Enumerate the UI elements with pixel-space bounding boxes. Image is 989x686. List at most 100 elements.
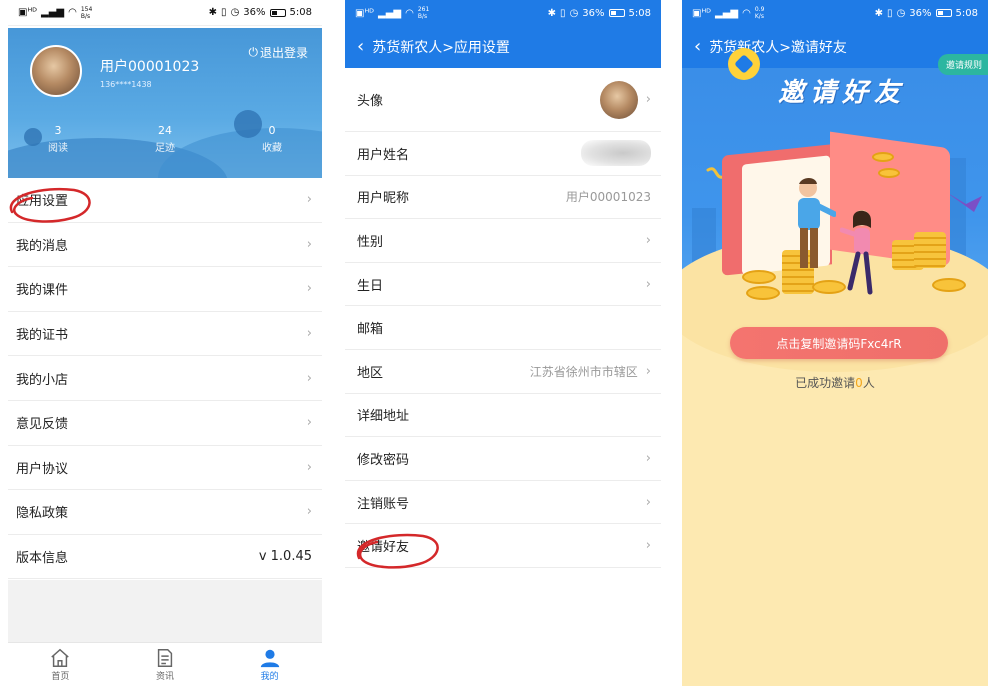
signal-icon: ▂▄▆ [715,7,739,19]
stat-footprint[interactable]: 24 足迹 [135,124,195,154]
sim-icon: ▣ᴴᴰ [355,7,375,19]
status-bar: ▣ᴴᴰ ▂▄▆ ◠ 154 B/s ✱ ▯ ◷ 36% 5:08 [8,0,322,26]
version-value: v 1.0.45 [258,549,312,565]
annotation-circle [356,533,439,569]
net-speed: 154 B/s [80,5,93,20]
coin [878,168,900,178]
settings-list: 头像 › 用户姓名 用户昵称 用户00001023 性别 › 生日 › 邮箱 地… [345,68,661,568]
coin [932,278,966,292]
power-icon: ⏻ [248,45,258,59]
chevron-right-icon: › [306,370,312,386]
nickname-value: 用户00001023 [565,190,651,205]
chevron-right-icon: › [645,92,651,107]
vibrate-icon: ▯ [887,7,893,19]
menu-item-certificates[interactable]: 我的证书 › [8,312,322,357]
avatar[interactable] [30,45,82,97]
invite-count: 已成功邀请0人 [795,376,875,390]
document-icon [157,649,173,667]
sim-icon: ▣ᴴᴰ [18,7,38,18]
home-icon [51,648,70,667]
nav-bar: ‹ 苏货新农人>应用设置 [345,26,661,68]
bluetooth-icon: ✱ [547,7,557,19]
battery-percent: 36% [243,7,266,18]
clock: 5:08 [289,7,312,18]
coin-stack [914,232,946,268]
woman-illustration [840,210,873,295]
username: 用户00001023 [100,59,200,75]
invite-title: 邀请好友 [778,78,907,108]
chevron-right-icon: › [645,450,651,466]
user-icon [260,649,279,668]
profile-header: 用户00001023 136****1438 ⏻ 退出登录 3 阅读 24 足迹… [8,28,322,178]
bluetooth-icon: ✱ [208,7,218,18]
copy-invite-code-button[interactable]: 点击复制邀请码Fxc4rR [730,327,948,359]
invite-rules-button[interactable]: 邀请规则 [937,54,988,75]
tab-news[interactable]: 资讯 [135,647,195,682]
tab-home[interactable]: 首页 [30,647,90,682]
chevron-right-icon: › [645,276,651,292]
vibrate-icon: ▯ [221,7,227,18]
chevron-right-icon: › [306,459,312,475]
menu-item-user-agreement[interactable]: 用户协议 › [8,446,322,491]
blurred-name [581,140,651,167]
chevron-right-icon: › [306,504,312,520]
bluetooth-icon: ✱ [874,7,884,19]
alarm-icon: ◷ [230,7,240,18]
chevron-right-icon: › [645,538,651,554]
coin [746,286,780,300]
battery-icon [269,8,286,17]
wifi-icon: ◠ [405,7,414,19]
setting-nickname[interactable]: 用户昵称 用户00001023 [345,176,661,220]
chevron-right-icon: › [306,415,312,431]
setting-avatar[interactable]: 头像 › [345,68,661,132]
page-title: 苏货新农人>应用设置 [372,40,510,56]
chevron-right-icon: › [645,494,651,510]
alarm-icon: ◷ [896,7,906,19]
invite-count-value: 0 [855,376,863,390]
region-value: 江苏省徐州市市辖区 [529,364,638,379]
setting-real-name[interactable]: 用户姓名 [345,132,661,176]
setting-region[interactable]: 地区 江苏省徐州市市辖区 › [345,350,661,394]
signal-icon: ▂▄▆ [378,7,402,19]
setting-change-password[interactable]: 修改密码 › [345,437,661,481]
sim-icon: ▣ᴴᴰ [692,7,712,19]
bottom-tab-bar: 首页 资讯 我的 [8,642,322,686]
phone-number: 136****1438 [100,80,152,89]
wifi-icon: ◠ [742,7,751,19]
avatar [599,80,638,119]
clock: 5:08 [628,7,651,19]
chevron-right-icon: › [306,192,312,208]
back-arrow-icon[interactable]: ‹ [694,38,701,56]
coin [742,270,776,284]
phone-invite-friends: ▣ᴴᴰ ▂▄▆ ◠ 0.9 K/s ✱ ▯ ◷ 36% 5:08 ‹ 苏货新农人… [682,0,988,686]
net-speed: 0.9 K/s [754,6,765,20]
battery-percent: 36% [909,7,932,19]
setting-address[interactable]: 详细地址 [345,394,661,438]
menu-item-privacy[interactable]: 隐私政策 › [8,490,322,535]
menu-item-courseware[interactable]: 我的课件 › [8,267,322,312]
net-speed: 261 B/s [417,6,430,20]
battery-icon [935,9,952,17]
signal-icon: ▂▄▆ [41,7,65,18]
tab-mine[interactable]: 我的 [240,647,300,682]
phone-app-settings: ▣ᴴᴰ ▂▄▆ ◠ 261 B/s ✱ ▯ ◷ 36% 5:08 ‹ 苏货新农人… [345,0,661,686]
chevron-right-icon: › [306,326,312,342]
coin [872,152,894,162]
menu-item-my-shop[interactable]: 我的小店 › [8,356,322,401]
setting-delete-account[interactable]: 注销账号 › [345,481,661,525]
back-arrow-icon[interactable]: ‹ [357,38,364,56]
setting-email[interactable]: 邮箱 [345,306,661,350]
stat-favorites[interactable]: 0 收藏 [242,124,302,154]
battery-percent: 36% [582,7,605,19]
chevron-right-icon: › [645,363,651,379]
phone-my-page: ▣ᴴᴰ ▂▄▆ ◠ 154 B/s ✱ ▯ ◷ 36% 5:08 用户00001… [8,0,322,686]
setting-birthday[interactable]: 生日 › [345,263,661,307]
stat-read[interactable]: 3 阅读 [28,124,88,154]
my-menu: 应用设置 › 我的消息 › 我的课件 › 我的证书 › 我的小店 › 意见反馈 › 用户协议… [8,178,322,580]
logo-icon [728,48,760,80]
annotation-circle [9,187,91,223]
setting-gender[interactable]: 性别 › [345,219,661,263]
logout-button[interactable]: ⏻ 退出登录 [248,44,308,61]
menu-item-feedback[interactable]: 意见反馈 › [8,401,322,446]
status-bar: ▣ᴴᴰ ▂▄▆ ◠ 261 B/s ✱ ▯ ◷ 36% 5:08 [345,0,661,26]
